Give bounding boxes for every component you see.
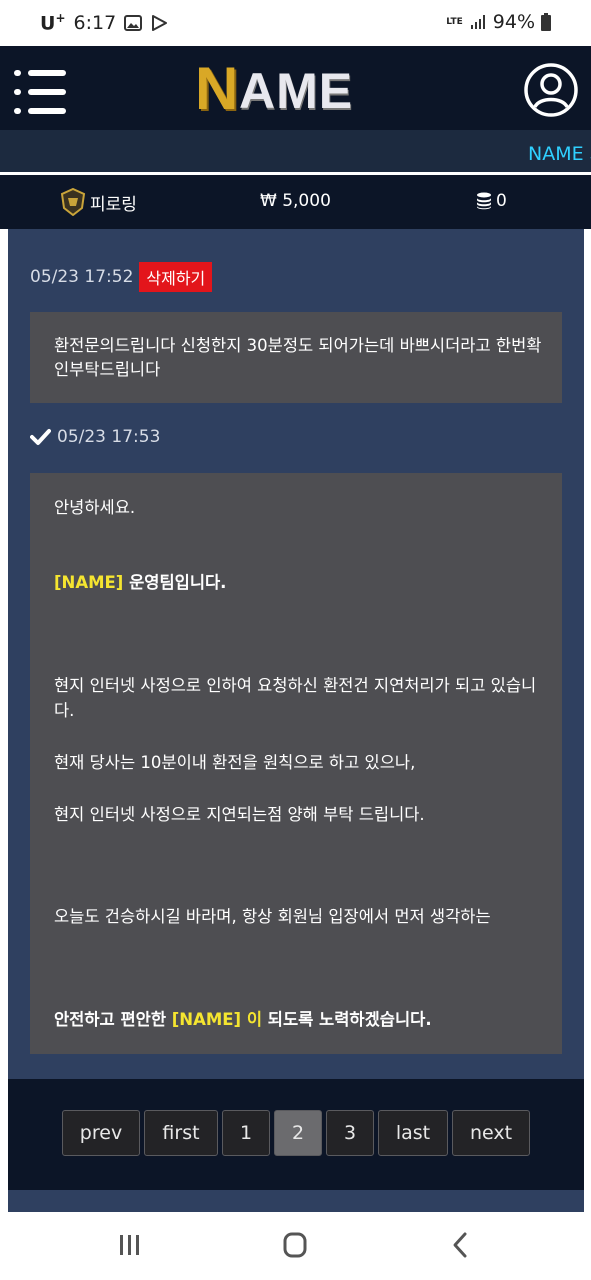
coin-stack-icon xyxy=(477,192,491,210)
check-icon xyxy=(30,429,51,445)
play-store-icon xyxy=(152,14,168,31)
first-button[interactable]: first xyxy=(144,1110,218,1156)
footer-strip xyxy=(8,1190,584,1212)
question-body: 환전문의드립니다 신청한지 30분정도 되어가는데 바쁘시더라고 한번확인부탁드… xyxy=(54,336,542,379)
user-info-bar: 피로링 ₩ 5,000 0 xyxy=(0,175,591,229)
status-bar: U+ 6:17 LTE 94% xyxy=(0,0,591,46)
pagination-bar: prev first 1 2 3 last next xyxy=(8,1079,584,1190)
user-money: ₩ 5,000 xyxy=(260,191,331,211)
carrier-label: U+ xyxy=(40,11,66,35)
page-button-1[interactable]: 1 xyxy=(222,1110,270,1156)
signal-icon xyxy=(470,15,485,29)
home-icon[interactable] xyxy=(277,1230,313,1260)
answer-line-2: 현재 당사는 10분이내 환전을 원칙으로 하고 있으나, xyxy=(54,753,416,772)
recent-apps-icon[interactable] xyxy=(112,1230,148,1260)
answer-date: 05/23 17:53 xyxy=(57,427,161,447)
answer-box: 안녕하세요. [NAME] 운영팀입니다. 현지 인터넷 사정으로 인하여 요청… xyxy=(30,473,562,1054)
user-points: 0 xyxy=(476,191,507,211)
level-badge-icon xyxy=(60,188,86,216)
level-name: 피로링 xyxy=(90,194,137,215)
answer-line-3: 현지 인터넷 사정으로 지연되는점 양해 부탁 드립니다. xyxy=(54,805,425,824)
page-button-3[interactable]: 3 xyxy=(326,1110,374,1156)
answer-meta: 05/23 17:53 xyxy=(30,427,160,447)
question-date: 05/23 17:52 xyxy=(30,267,134,287)
prev-button[interactable]: prev xyxy=(62,1110,140,1156)
points-amount: 0 xyxy=(496,191,507,211)
back-icon[interactable] xyxy=(443,1230,479,1260)
system-nav-bar xyxy=(0,1212,591,1280)
clock: 6:17 xyxy=(73,11,117,34)
delete-button[interactable]: 삭제하기 xyxy=(139,262,213,292)
page-button-2[interactable]: 2 xyxy=(274,1110,322,1156)
battery-icon xyxy=(541,13,551,31)
inquiry-detail: 05/23 17:52 삭제하기 환전문의드립니다 신청한지 30분정도 되어가… xyxy=(8,229,584,1079)
gallery-icon xyxy=(124,14,143,31)
marquee-text: NAME 회 xyxy=(528,143,591,165)
question-box: 환전문의드립니다 신청한지 30분정도 되어가는데 바쁘시더라고 한번확인부탁드… xyxy=(30,312,562,403)
answer-closing: 안전하고 편안한 [NAME] 이 되도록 노력하겠습니다. xyxy=(54,1010,432,1029)
user-level: 피로링 xyxy=(60,188,137,216)
user-account-icon[interactable] xyxy=(524,63,578,117)
money-amount: ₩ 5,000 xyxy=(260,191,331,211)
battery-percent: 94% xyxy=(492,11,535,33)
answer-greeting: 안녕하세요. xyxy=(54,498,136,517)
network-type: LTE xyxy=(446,16,463,27)
hamburger-menu-icon[interactable] xyxy=(14,70,68,114)
answer-line-1: 현지 인터넷 사정으로 인하여 요청하신 환전건 지연처리가 되고 있습니다. xyxy=(54,676,537,720)
site-header: N AME xyxy=(0,46,591,130)
question-meta: 05/23 17:52 삭제하기 xyxy=(30,262,213,292)
next-button[interactable]: next xyxy=(452,1110,530,1156)
answer-line-4: 오늘도 건승하시길 바라며, 항상 회원님 입장에서 먼저 생각하는 xyxy=(54,907,491,926)
pagination: prev first 1 2 3 last next xyxy=(62,1110,530,1156)
site-logo[interactable]: N AME xyxy=(195,59,400,119)
answer-team: [NAME] 운영팀입니다. xyxy=(54,573,227,592)
last-button[interactable]: last xyxy=(378,1110,448,1156)
notice-marquee: NAME 회 xyxy=(0,130,591,172)
